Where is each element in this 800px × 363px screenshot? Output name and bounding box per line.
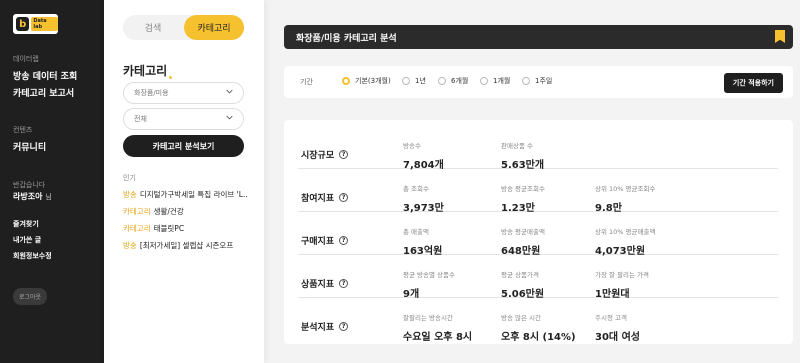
- stat-cell: 상위 10% 평균조회수 9.8만: [595, 185, 656, 214]
- period-option[interactable]: 기본(3개월): [342, 76, 391, 86]
- stats-row: 분석지표? 잘팔리는 방송시간 수요일 오후 8시 방송 많은 시간 오후 8시 (…: [298, 298, 778, 343]
- sidebar-item-my-posts[interactable]: 내가쓴 글: [13, 235, 41, 245]
- stat-cell: 방송 많은 시간 오후 8시 (14%): [501, 314, 576, 343]
- user-name: 라방조아 님: [13, 192, 52, 201]
- stat-cell: 가장 잘 팔리는 가격 1만원대: [595, 271, 650, 300]
- tab-category[interactable]: 카테고리: [184, 15, 244, 40]
- help-icon[interactable]: ?: [339, 150, 349, 159]
- analyze-button[interactable]: 카테고리 분석보기: [123, 135, 244, 157]
- logout-button[interactable]: 로그아웃: [13, 288, 48, 305]
- page-header: 화장품/미용 카테고리 분석: [284, 25, 793, 49]
- help-icon[interactable]: ?: [339, 279, 349, 288]
- stat-cell: 총 조회수 3,973만: [403, 185, 444, 214]
- bookmark-icon[interactable]: [775, 30, 785, 43]
- help-icon[interactable]: ?: [339, 322, 349, 331]
- stats-row: 참여지표? 총 조회수 3,973만 방송 평균조회수 1.23만 상위 10% 평…: [298, 169, 778, 214]
- section-label-contents: 컨텐츠: [13, 126, 33, 134]
- apply-period-button[interactable]: 기간 적용하기: [723, 73, 783, 93]
- radio-selected-icon: [342, 77, 350, 85]
- stat-cell: 총 매출액 163억원: [403, 228, 443, 257]
- period-option[interactable]: 1주일: [522, 76, 552, 86]
- period-option[interactable]: 1년: [402, 76, 426, 86]
- row-label: 참여지표?: [301, 191, 349, 204]
- tab-switch: 검색 카테고리: [123, 15, 244, 40]
- logo-icon: b: [16, 17, 30, 31]
- popular-label: 인기: [123, 174, 136, 182]
- sidebar-item-community[interactable]: 커뮤니티: [13, 140, 46, 153]
- popular-item[interactable]: 방송 [최저가세일] 셀렙샵 시즌오프: [123, 240, 248, 251]
- period-selector: 기간 기본(3개월) 1년 6개월 1개월 1주일 기간 적용하기: [284, 66, 793, 98]
- stats-card: 시장규모? 방송수 7,804개 판매상품 수 5.63만개 참여지표? 총 조회수…: [284, 120, 793, 344]
- stat-cell: 방송수 7,804개: [403, 142, 444, 171]
- category-panel: 검색 카테고리 카테고리 화장품/미용 전체 카테고리 분석보기 인기 방송 디지…: [104, 0, 264, 363]
- period-label: 기간: [300, 78, 313, 86]
- sidebar-item-category[interactable]: 카테고리 보고서: [13, 86, 74, 99]
- panel-title: 카테고리: [123, 62, 173, 79]
- radio-icon: [522, 77, 530, 85]
- stats-row: 구매지표? 총 매출액 163억원 방송 평균매출액 648만원 상위 10% 평균…: [298, 212, 778, 257]
- tab-search[interactable]: 검색: [123, 15, 183, 40]
- stats-row: 시장규모? 방송수 7,804개 판매상품 수 5.63만개: [298, 126, 778, 171]
- popular-item[interactable]: 카테고리 태블릿PC: [123, 223, 248, 234]
- category-select[interactable]: 화장품/미용: [123, 82, 244, 104]
- period-option[interactable]: 6개월: [438, 76, 468, 86]
- row-label: 시장규모?: [301, 148, 349, 161]
- page-title: 화장품/미용 카테고리 분석: [296, 33, 397, 44]
- stat-cell: 평균 방송별 상품수 9개: [403, 271, 455, 300]
- sidebar: b Data lab 데이터랩 방송 데이터 조회 카테고리 보고서 컨텐츠 커…: [0, 0, 104, 363]
- stat-cell: 평균 상품가격 5.06만원: [501, 271, 545, 300]
- radio-icon: [438, 77, 446, 85]
- row-label: 상품지표?: [301, 277, 349, 290]
- logo[interactable]: b Data lab: [13, 14, 58, 34]
- stats-row: 상품지표? 평균 방송별 상품수 9개 평균 상품가격 5.06만원 가장 잘 팔리…: [298, 255, 778, 300]
- popular-item[interactable]: 카테고리 생활/건강: [123, 206, 248, 217]
- welcome-text: 반갑습니다: [13, 181, 46, 189]
- help-icon[interactable]: ?: [339, 193, 349, 202]
- logo-badge: Data lab: [31, 17, 58, 31]
- stat-cell: 판매상품 수 5.63만개: [501, 142, 545, 171]
- chevron-down-icon: [226, 89, 233, 94]
- radio-icon: [480, 77, 488, 85]
- stat-cell: 상위 10% 평균매출액 4,073만원: [595, 228, 656, 257]
- category-select-value: 화장품/미용: [134, 89, 169, 97]
- row-label: 구매지표?: [301, 234, 349, 247]
- subcategory-select[interactable]: 전체: [123, 108, 244, 130]
- period-option[interactable]: 1개월: [480, 76, 510, 86]
- title-dot: [169, 76, 173, 79]
- sidebar-item-broadcast[interactable]: 방송 데이터 조회: [13, 69, 77, 82]
- subcategory-select-value: 전체: [134, 115, 147, 123]
- stat-cell: 방송 평균조회수 1.23만: [501, 185, 545, 214]
- sidebar-item-favorites[interactable]: 즐겨찾기: [13, 219, 39, 229]
- section-label-datalab: 데이터랩: [13, 55, 39, 63]
- row-label: 분석지표?: [301, 320, 349, 333]
- radio-icon: [402, 77, 410, 85]
- stat-cell: 잘팔리는 방송시간 수요일 오후 8시: [403, 314, 473, 343]
- help-icon[interactable]: ?: [339, 236, 349, 245]
- chevron-down-icon: [226, 115, 233, 120]
- sidebar-item-edit-info[interactable]: 회원정보수정: [13, 251, 52, 261]
- stat-cell: 방송 평균매출액 648만원: [501, 228, 545, 257]
- popular-item[interactable]: 방송 디지털가구박세일 특집 라이브 'L…: [123, 189, 248, 200]
- stat-cell: 주시청 고객 30대 여성: [595, 314, 640, 343]
